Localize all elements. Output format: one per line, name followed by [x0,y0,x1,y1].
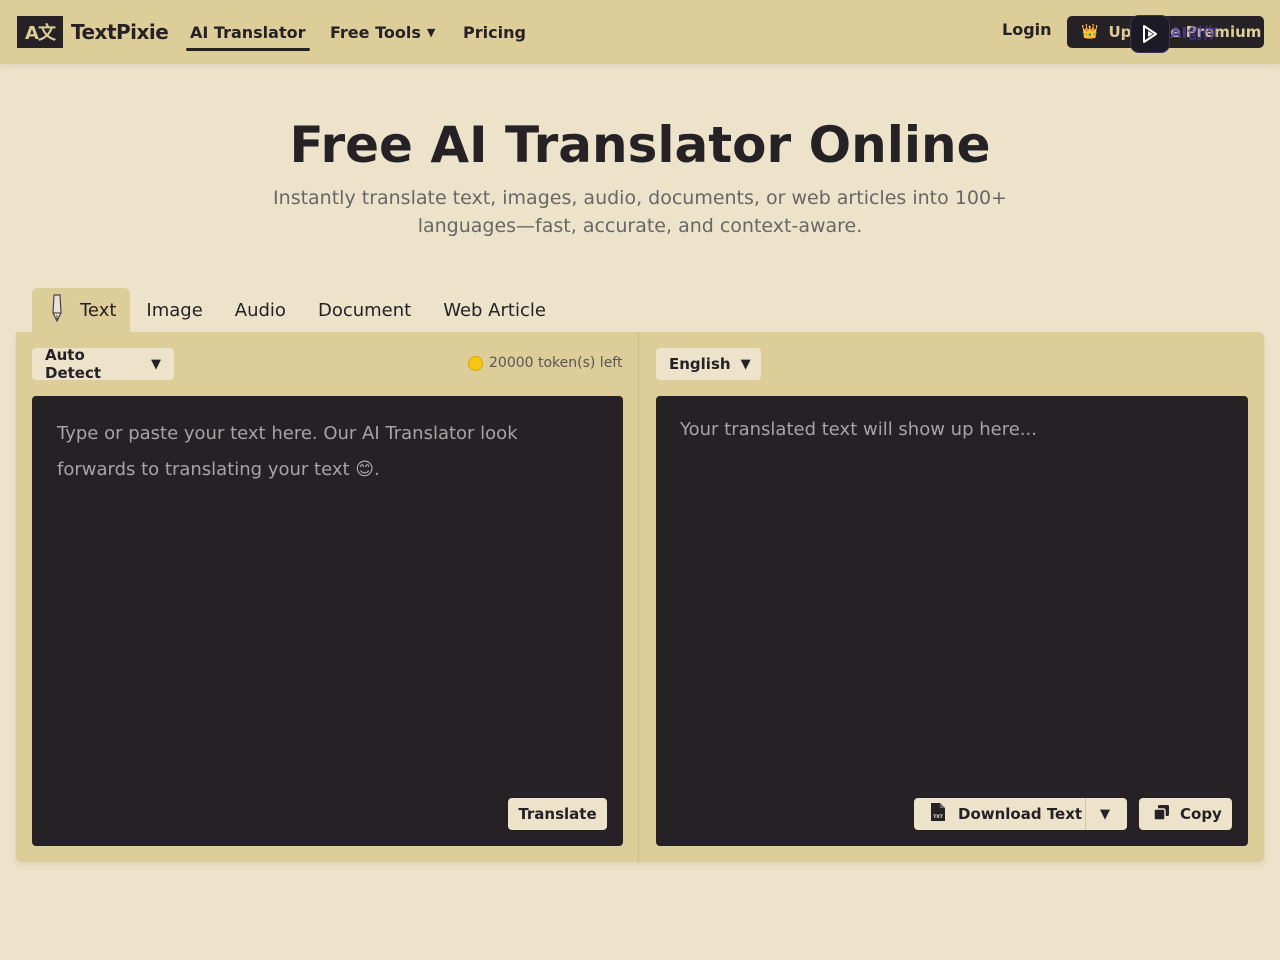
target-language-label: English [669,355,731,373]
tab-web-article[interactable]: Web Article [427,288,562,332]
nav-ai-translator[interactable]: AI Translator [190,20,305,44]
extension-overlay-text: AI创作 [1170,24,1218,42]
button-separator [1085,798,1086,830]
tab-audio[interactable]: Audio [219,288,302,332]
tokens-left-text: 20000 token(s) left [489,355,623,371]
chevron-down-icon: ▼ [426,25,436,39]
copy-icon [1153,804,1170,825]
tab-document[interactable]: Document [302,288,427,332]
svg-text:TXT: TXT [933,814,944,820]
tab-image[interactable]: Image [130,288,218,332]
logo-icon: A文 [17,16,63,48]
target-placeholder: Your translated text will show up here..… [680,419,1037,440]
nav-free-tools-label: Free Tools [330,22,421,42]
tab-text-label: Text [80,299,117,321]
source-language-label: Auto Detect [45,346,102,382]
top-nav-bar: A文 TextPixie AI Translator Free Tools ▼ … [0,0,1280,64]
copy-button[interactable]: Copy [1139,798,1232,830]
input-type-tabs: Text Image Audio Document Web Article [32,288,562,332]
download-text-label: Download Text [958,805,1083,823]
login-link[interactable]: Login [1002,20,1052,39]
source-text-input[interactable]: Type or paste your text here. Our AI Tra… [32,396,623,846]
logo[interactable]: A文 TextPixie [17,16,169,48]
coin-icon [468,355,483,371]
logo-text: TextPixie [71,20,169,44]
caret-down-icon: ▼ [740,356,751,372]
page-subtitle: Instantly translate text, images, audio,… [273,187,1007,237]
browser-extension-icon[interactable] [1131,16,1169,52]
download-format-dropdown-icon[interactable]: ▼ [1100,807,1110,822]
panel-divider [638,332,639,862]
txt-file-icon: TXT [930,802,946,826]
source-placeholder: Type or paste your text here. Our AI Tra… [57,423,518,480]
nav-pricing[interactable]: Pricing [463,20,526,44]
translated-text-output: Your translated text will show up here..… [656,396,1248,846]
token-counter: 20000 token(s) left [468,355,622,371]
translator-panel: Auto Detect ▼ 20000 token(s) left Type o… [16,332,1264,862]
download-text-button[interactable]: TXT Download Text ▼ [914,798,1127,830]
translate-button[interactable]: Translate [508,798,607,830]
extension-logo-icon [1143,25,1157,43]
logo-mark-text: A文 [25,23,56,44]
nav-free-tools[interactable]: Free Tools ▼ [330,20,435,44]
caret-down-icon: ▼ [151,356,161,372]
page-title: Free AI Translator Online [289,116,991,174]
target-language-select[interactable]: English ▼ [656,348,761,380]
crown-icon: 👑 [1081,24,1099,40]
copy-label: Copy [1180,805,1222,823]
tab-text[interactable]: Text [32,288,131,332]
pen-icon [48,293,68,328]
active-nav-underline [186,48,310,51]
source-language-select[interactable]: Auto Detect ▼ [32,346,174,382]
